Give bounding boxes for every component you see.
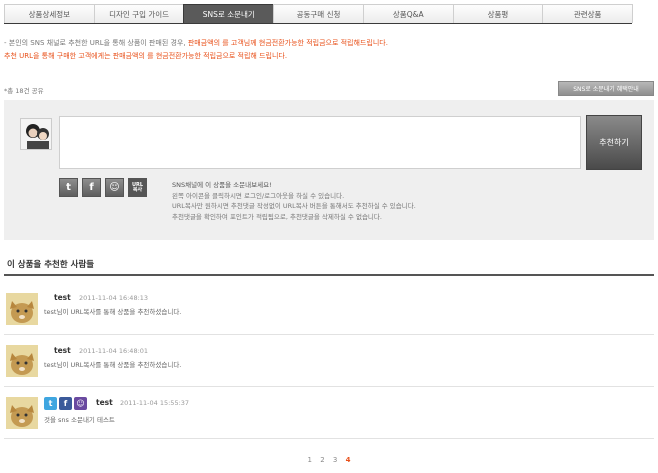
list-item: t f ☺ test 2011-11-04 15:55:37 것을 sns 소문…: [4, 389, 654, 439]
sns-share-panel: 추천하기 t f ☺ URL 복사 SNS채널에 이 상품을 소문내보세요! 왼…: [4, 100, 654, 240]
pagination: 1 2 3 4: [0, 456, 658, 464]
list-item: test 2011-11-04 16:48:13 test님이 URL복사를 통…: [4, 285, 654, 335]
tab-group-purchase[interactable]: 공동구매 신청: [273, 4, 364, 23]
twitter-icon[interactable]: t: [59, 178, 78, 197]
twitter-icon: t: [44, 397, 57, 410]
avatar: [6, 293, 38, 325]
share-count: *총 18건 공유: [4, 87, 44, 95]
sns-benefit-guide-button[interactable]: SNS로 소문내기 혜택안내: [558, 81, 654, 96]
page-link-current[interactable]: 4: [346, 456, 351, 464]
sns-badge-group: t f ☺: [44, 397, 89, 410]
recommend-message: test님이 URL복사를 통해 상품을 추천하셨습니다.: [44, 361, 182, 369]
avatar: [6, 345, 38, 377]
sns-icon-group: t f ☺ URL 복사: [59, 178, 147, 197]
recommenders-title: 이 상품을 추천한 사람들: [7, 260, 95, 270]
tab-reviews[interactable]: 상품평: [452, 4, 544, 23]
recommender-name: test: [54, 346, 71, 355]
help-line: 왼쪽 아이콘을 클릭하시면 로그인/로그아웃을 하실 수 있습니다.: [172, 191, 345, 200]
me2day-icon: ☺: [74, 397, 87, 410]
notice-highlight: 판매금액의 를 고객님께 현금전환가능한 적립금으로 적립해드립니다.: [187, 39, 388, 47]
recommend-button[interactable]: 추천하기: [586, 115, 642, 170]
list-item: test 2011-11-04 16:48:01 test님이 URL복사를 통…: [4, 337, 654, 387]
section-divider: [4, 274, 654, 276]
page-link[interactable]: 3: [333, 456, 337, 464]
recommender-name: test: [54, 293, 71, 302]
user-avatar: [20, 118, 52, 150]
reward-notice-seller: - 본인의 SNS 채널로 추천한 URL을 통해 상품이 판매된 경우, 판매…: [4, 38, 388, 48]
share-help-text: SNS채널에 이 상품을 소문내보세요! 왼쪽 아이콘을 클릭하시면 로그인/로…: [172, 180, 416, 222]
recommend-time: 2011-11-04 16:48:01: [79, 347, 149, 355]
tab-product-detail[interactable]: 상품상세정보: [4, 4, 95, 23]
facebook-icon[interactable]: f: [82, 178, 101, 197]
recommender-name: test: [96, 398, 113, 407]
recommend-message: test님이 URL복사를 통해 상품을 추천하셨습니다.: [44, 308, 182, 316]
page-link[interactable]: 2: [320, 456, 324, 464]
url-copy-icon[interactable]: URL 복사: [128, 178, 147, 197]
recommend-time: 2011-11-04 15:55:37: [120, 399, 190, 407]
page-link[interactable]: 1: [308, 456, 312, 464]
help-line: URL복사만 원하시면 추천댓글 작성없이 URL복사 버튼을 통해서도 추천하…: [172, 202, 416, 210]
tab-product-qna[interactable]: 상품Q&A: [362, 4, 454, 23]
facebook-icon: f: [59, 397, 72, 410]
tab-sns-share[interactable]: SNS로 소문내기: [183, 4, 275, 23]
tab-design-guide[interactable]: 디자인 구입 가이드: [93, 4, 185, 23]
recommend-time: 2011-11-04 16:48:13: [79, 294, 149, 302]
tab-related-products[interactable]: 관련상품: [542, 4, 634, 23]
notice-prefix: - 본인의 SNS 채널로 추천한 URL을 통해 상품이 판매된 경우,: [4, 39, 188, 47]
help-line: 추천댓글을 확인하여 포인트가 적립됨으로, 추천댓글을 삭제하실 수 없습니다…: [172, 212, 382, 221]
reward-notice-buyer: 추천 URL을 통해 구매한 고객에게는 판매금액의 를 현금전환가능한 적립금…: [4, 52, 288, 60]
tab-bar: 상품상세정보 디자인 구입 가이드 SNS로 소문내기 공동구매 신청 상품Q&…: [4, 4, 634, 24]
me2day-icon[interactable]: ☺: [105, 178, 124, 197]
recommend-message: 것을 sns 소문내기 테스트: [44, 416, 115, 424]
comment-input[interactable]: [59, 116, 581, 169]
avatar: [6, 397, 38, 429]
help-line: SNS채널에 이 상품을 소문내보세요!: [172, 181, 272, 189]
